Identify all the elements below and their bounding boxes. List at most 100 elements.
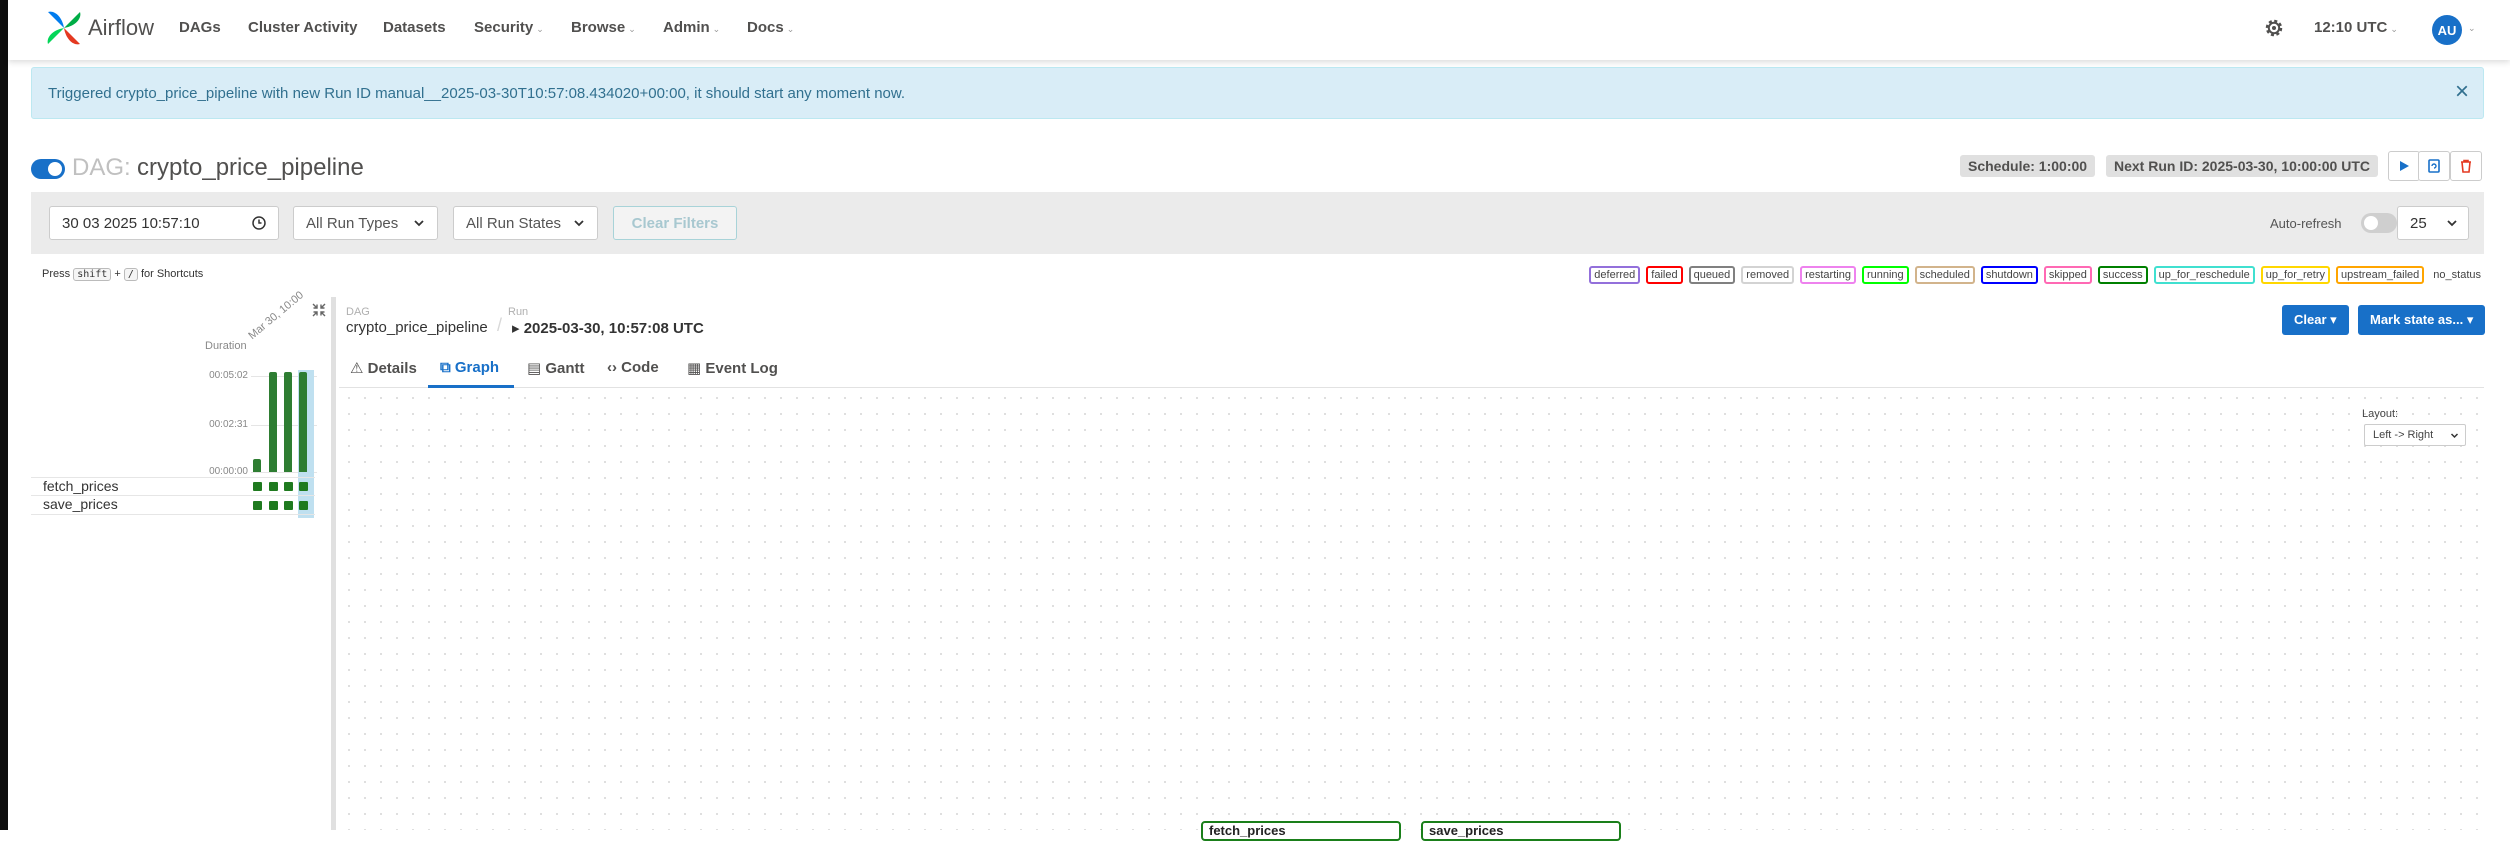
chevron-down-icon — [2447, 220, 2457, 227]
chevron-down-icon — [414, 220, 424, 227]
clock-icon[interactable] — [252, 216, 266, 230]
task-instance-cell[interactable] — [299, 482, 308, 491]
brand[interactable]: Airflow — [44, 6, 154, 50]
run-state-value: All Run States — [466, 215, 562, 232]
kbd-shift: shift — [73, 268, 112, 281]
nav-cluster-activity[interactable]: Cluster Activity — [248, 19, 357, 36]
run-state-select[interactable]: All Run States — [453, 206, 598, 240]
task-instance-cell[interactable] — [284, 482, 293, 491]
clear-filters-button[interactable]: Clear Filters — [613, 206, 737, 240]
tab-event-log[interactable]: ▦ Event Log — [687, 359, 778, 377]
top-navbar: Airflow DAGs Cluster Activity Datasets S… — [8, 0, 2510, 60]
tab-label: Details — [367, 360, 417, 377]
run-duration-bar[interactable] — [253, 459, 261, 472]
legend-no-status[interactable]: no_status — [2430, 266, 2484, 284]
legend-failed[interactable]: failed — [1646, 266, 1683, 284]
trigger-dag-button[interactable] — [2388, 151, 2420, 181]
graph-canvas[interactable] — [341, 390, 2484, 830]
gear-icon[interactable] — [2262, 16, 2286, 40]
tab-graph[interactable]: ⧉ Graph — [440, 359, 499, 376]
legend-scheduled[interactable]: scheduled — [1914, 266, 1975, 284]
layout-select[interactable]: Left -> Right — [2364, 424, 2466, 446]
alert-message: Triggered crypto_price_pipeline with new… — [48, 85, 906, 102]
breadcrumb-dag[interactable]: crypto_price_pipeline — [346, 319, 488, 336]
task-instance-cell[interactable] — [284, 501, 293, 510]
legend-running[interactable]: running — [1861, 266, 1909, 284]
legend-success[interactable]: success — [2097, 266, 2148, 284]
task-instance-cell[interactable] — [299, 501, 308, 510]
run-type-value: All Run Types — [306, 215, 399, 232]
task-instance-cell[interactable] — [269, 501, 278, 510]
detail-tabs — [339, 347, 2484, 388]
user-avatar[interactable]: AU — [2432, 15, 2462, 45]
legend-deferred[interactable]: deferred — [1589, 266, 1641, 284]
duration-tick-label: 00:05:02 — [209, 370, 248, 381]
reparse-icon — [2428, 159, 2440, 173]
nav-browse-label: Browse — [571, 19, 626, 36]
tab-code[interactable]: ‹› Code — [607, 359, 659, 376]
dag-pause-toggle[interactable] — [31, 159, 65, 179]
legend-queued[interactable]: queued — [1688, 266, 1736, 284]
current-time: 12:10 UTC — [2314, 19, 2388, 36]
legend-skipped[interactable]: skipped — [2043, 266, 2092, 284]
nav-datasets[interactable]: Datasets — [383, 19, 446, 36]
base-date-input[interactable]: 30 03 2025 10:57:10 — [49, 206, 279, 240]
legend-shutdown[interactable]: shutdown — [1980, 266, 2038, 284]
legend-up-for-reschedule[interactable]: up_for_reschedule — [2153, 266, 2255, 284]
run-duration-bar[interactable] — [299, 372, 307, 472]
mark-state-button[interactable]: Mark state as... ▾ — [2358, 305, 2486, 335]
num-runs-value: 25 — [2410, 215, 2427, 232]
duration-axis-label: Duration — [205, 340, 247, 352]
filter-bar: 30 03 2025 10:57:10 All Run Types All Ru… — [31, 192, 2484, 254]
tab-label: Graph — [454, 359, 500, 376]
brand-name: Airflow — [88, 15, 155, 40]
run-duration-bar[interactable] — [284, 372, 292, 472]
auto-refresh-label: Auto-refresh — [2270, 216, 2342, 231]
tab-details[interactable]: ⚠ Details — [350, 359, 417, 377]
nav-security[interactable]: Security ⌄ — [474, 19, 544, 36]
duration-tick-label: 00:02:31 — [209, 419, 248, 430]
auto-refresh-toggle[interactable] — [2361, 213, 2397, 233]
next-run-badge: Next Run ID: 2025-03-30, 10:00:00 UTC — [2106, 155, 2378, 177]
collapse-icon[interactable] — [311, 302, 327, 318]
graph-icon: ⧉ — [440, 359, 451, 376]
legend-restarting[interactable]: restarting — [1800, 266, 1856, 284]
close-icon[interactable]: × — [2455, 80, 2469, 104]
shortcuts-hint: Press shift + / for Shortcuts — [42, 268, 203, 281]
breadcrumb-run[interactable]: ▸ 2025-03-30, 10:57:08 UTC — [512, 319, 704, 337]
shortcuts-press: Press — [42, 268, 71, 280]
task-instance-cell[interactable] — [269, 482, 278, 491]
tab-label: Event Log — [705, 360, 778, 377]
nav-browse[interactable]: Browse ⌄ — [571, 19, 636, 36]
legend-up-for-retry[interactable]: up_for_retry — [2260, 266, 2331, 284]
trash-icon — [2461, 159, 2471, 173]
delete-dag-button[interactable] — [2450, 151, 2482, 181]
task-instance-cell[interactable] — [253, 501, 262, 510]
airflow-logo-icon — [47, 11, 81, 45]
window-edge — [0, 0, 8, 830]
graph-node-save-prices[interactable]: save_prices — [1421, 821, 1621, 841]
tab-gantt[interactable]: ▤ Gantt — [527, 359, 585, 377]
legend-removed[interactable]: removed — [1741, 266, 1795, 284]
gantt-icon: ▤ — [527, 360, 542, 377]
nav-docs[interactable]: Docs ⌄ — [747, 19, 794, 36]
nav-admin[interactable]: Admin ⌄ — [663, 19, 720, 36]
state-legend: deferred failed queued removed restarting run… — [1589, 266, 2484, 284]
chevron-down-icon[interactable]: ⌄ — [2468, 23, 2476, 34]
layout-label: Layout: — [2362, 408, 2399, 420]
chevron-down-icon — [2450, 433, 2459, 439]
run-duration-bar[interactable] — [269, 372, 277, 472]
chevron-down-icon: ⌄ — [786, 24, 795, 34]
task-instance-cell[interactable] — [253, 482, 262, 491]
code-icon: ‹› — [607, 359, 617, 376]
chevron-down-icon: ⌄ — [712, 24, 721, 34]
nav-dags[interactable]: DAGs — [179, 19, 221, 36]
run-type-select[interactable]: All Run Types — [293, 206, 438, 240]
legend-upstream-failed[interactable]: upstream_failed — [2336, 266, 2425, 284]
num-runs-select[interactable]: 25 — [2397, 206, 2469, 240]
graph-node-fetch-prices[interactable]: fetch_prices — [1201, 821, 1401, 841]
event-log-icon: ▦ — [687, 360, 702, 377]
parse-dag-button[interactable] — [2418, 151, 2450, 181]
timezone-menu[interactable]: 12:10 UTC ⌄ — [2314, 19, 2398, 36]
clear-run-button[interactable]: Clear ▾ — [2282, 305, 2349, 335]
